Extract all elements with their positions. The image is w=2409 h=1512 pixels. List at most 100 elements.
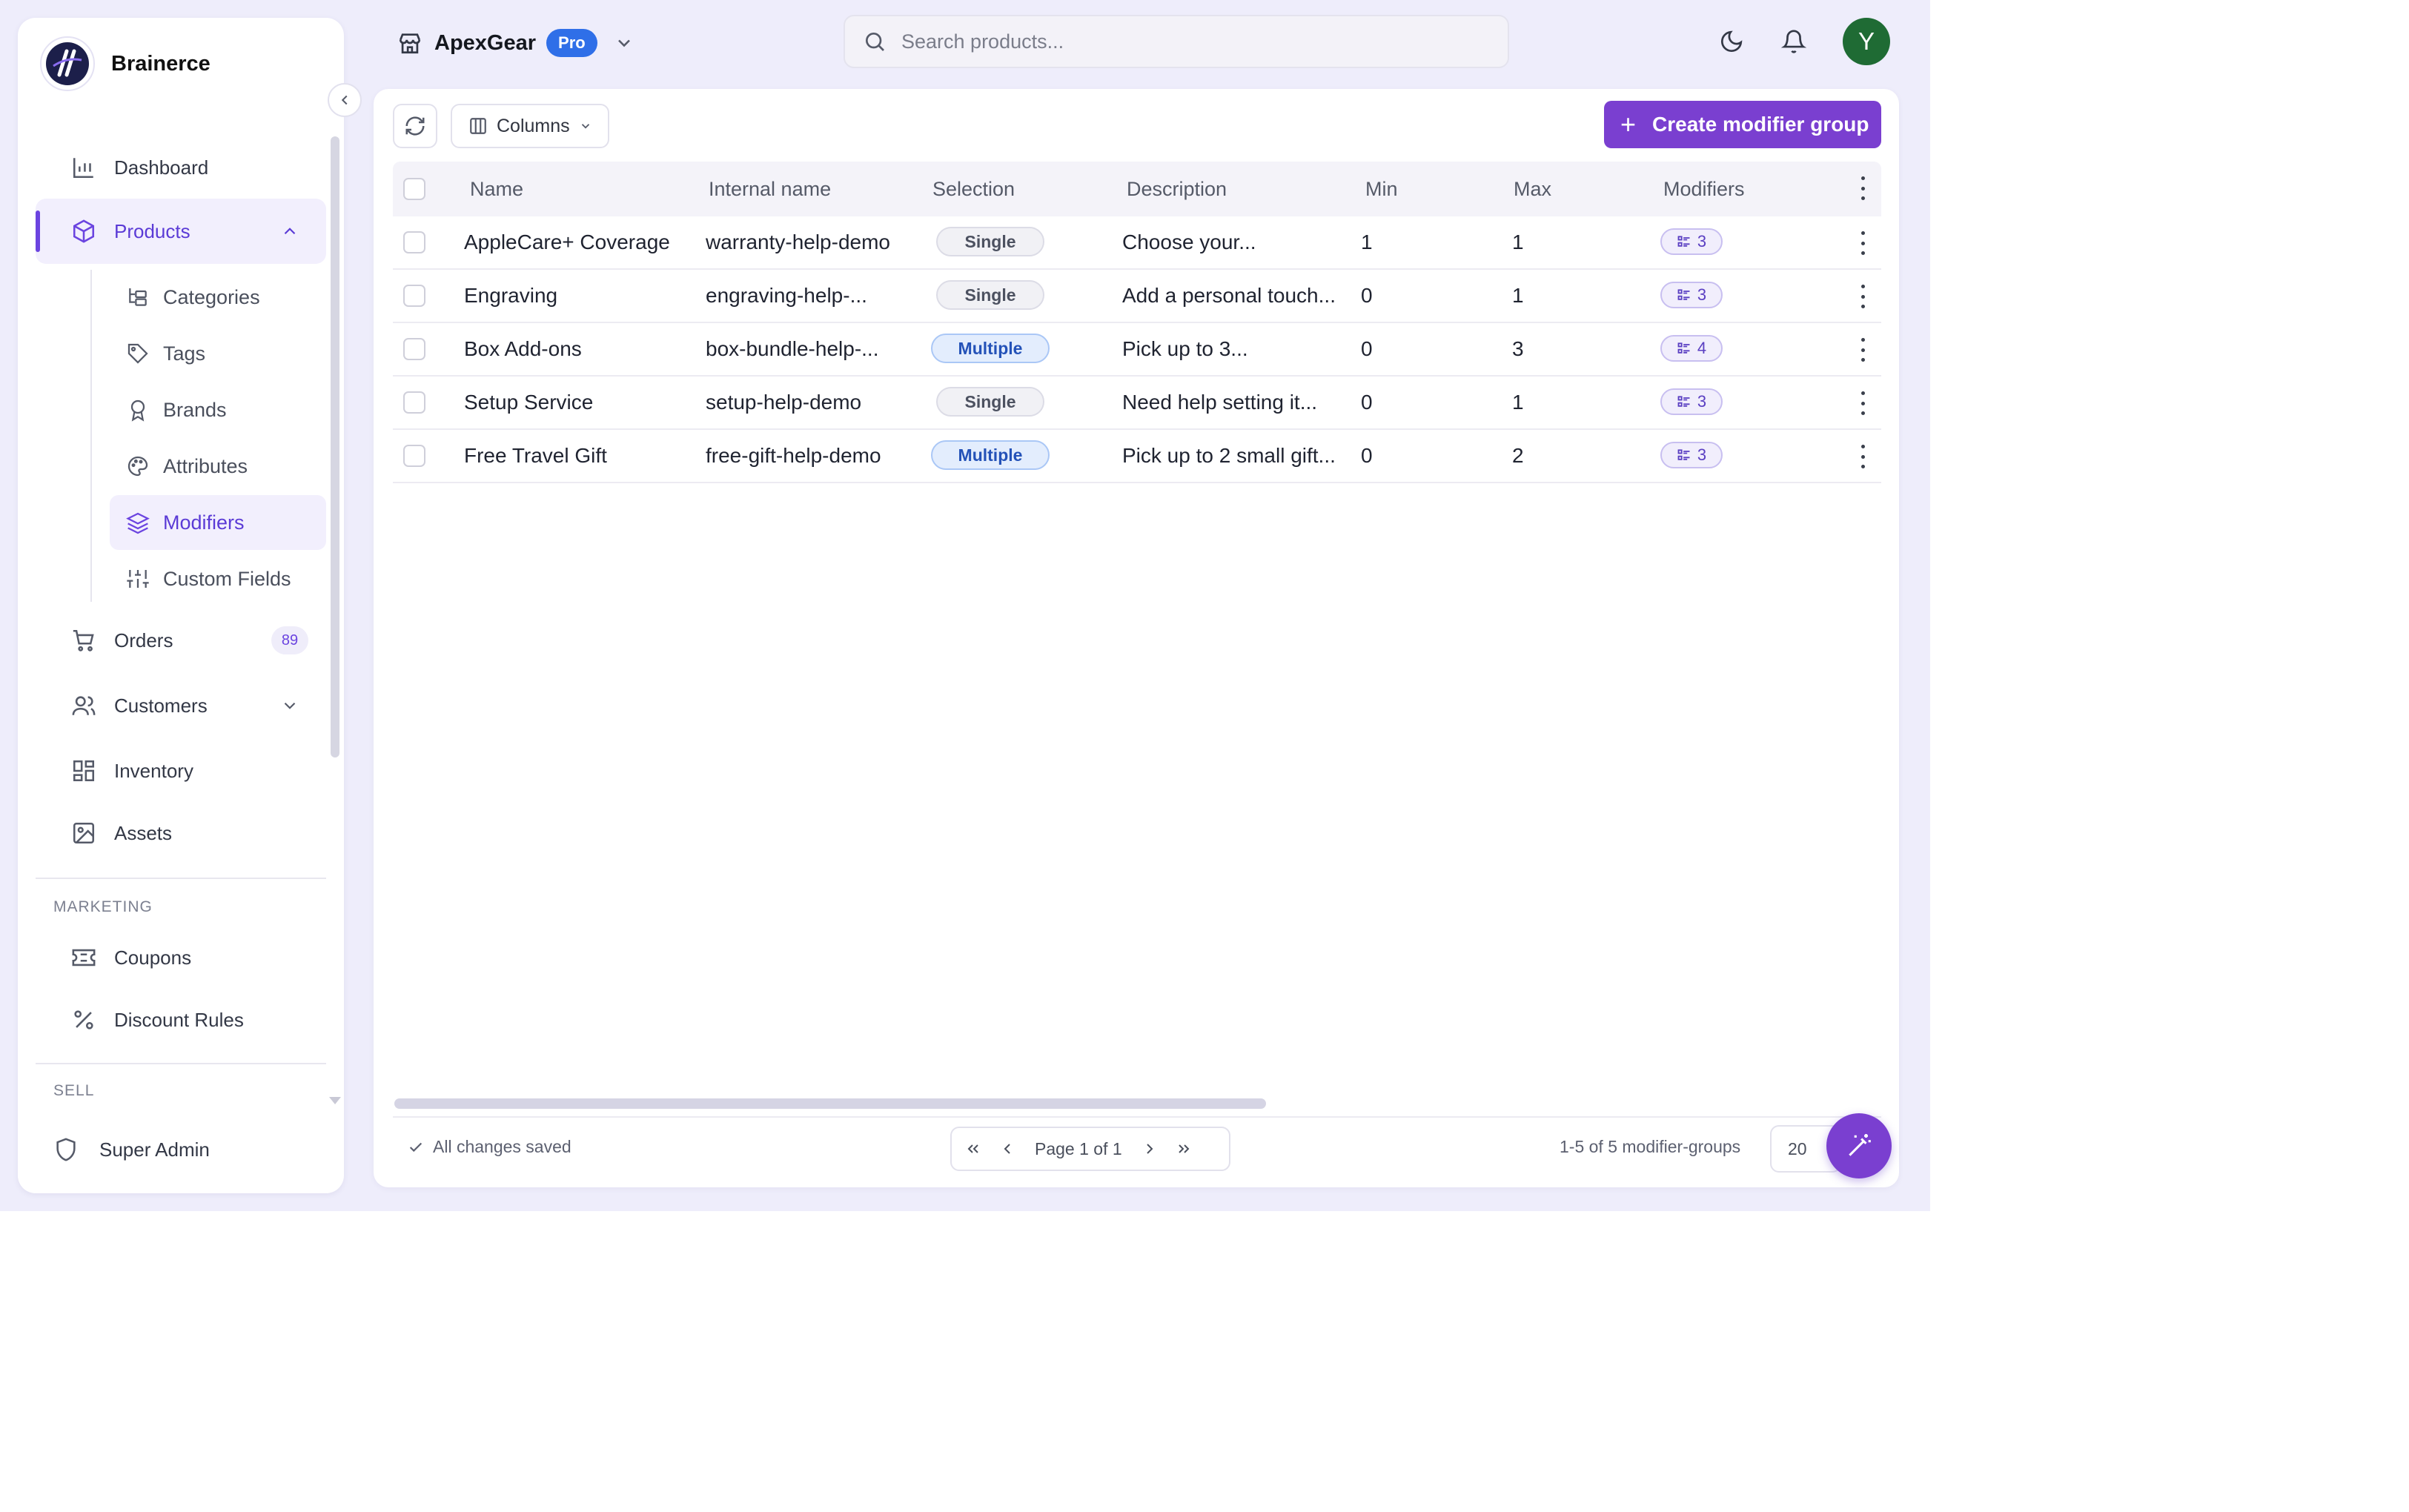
- save-status-label: All changes saved: [433, 1137, 571, 1156]
- selection-badge: Single: [936, 387, 1044, 417]
- sidebar-scrollbar[interactable]: [331, 136, 339, 759]
- table-horizontal-scrollbar[interactable]: [394, 1097, 1875, 1109]
- tag-icon: [127, 343, 148, 364]
- chevron-up-icon[interactable]: [280, 222, 299, 241]
- notifications-button[interactable]: [1777, 25, 1810, 58]
- sidebar-item-label: Tags: [163, 342, 206, 365]
- sidebar-item-orders[interactable]: Orders 89: [36, 608, 326, 673]
- search-bar[interactable]: [844, 15, 1509, 68]
- brand-logo-icon: [40, 36, 95, 91]
- create-modifier-group-button[interactable]: + Create modifier group: [1604, 101, 1881, 148]
- table-row[interactable]: Box Add-ons box-bundle-help-... Multiple Pi…: [393, 323, 1881, 377]
- sidebar-item-attributes[interactable]: Attributes: [110, 439, 326, 494]
- sidebar-item-tags[interactable]: Tags: [110, 326, 326, 381]
- row-actions-icon[interactable]: [1852, 391, 1874, 415]
- store-name: ApexGear: [434, 30, 537, 55]
- theme-toggle-button[interactable]: [1715, 25, 1748, 58]
- column-header-modifiers[interactable]: Modifiers: [1663, 162, 1745, 216]
- next-page-button[interactable]: [1133, 1132, 1167, 1166]
- column-header-description[interactable]: Description: [1127, 162, 1227, 216]
- modifiers-count-badge[interactable]: 3: [1660, 282, 1723, 308]
- table-row[interactable]: AppleCare+ Coverage warranty-help-demo Sin…: [393, 216, 1881, 270]
- save-status: All changes saved: [408, 1137, 571, 1157]
- image-icon: [73, 822, 95, 844]
- magic-assistant-button[interactable]: [1826, 1113, 1892, 1178]
- sidebar-item-modifiers[interactable]: Modifiers: [110, 495, 326, 550]
- modifiers-count-badge[interactable]: 3: [1660, 388, 1723, 415]
- column-header-internal-name[interactable]: Internal name: [709, 162, 831, 216]
- row-checkbox[interactable]: [403, 231, 425, 253]
- sidebar-item-label: Attributes: [163, 454, 248, 477]
- users-icon: [72, 696, 96, 715]
- select-all-checkbox[interactable]: [403, 178, 425, 200]
- sidebar-item-super-admin[interactable]: Super Admin: [53, 1137, 210, 1162]
- prev-page-button[interactable]: [990, 1132, 1024, 1166]
- sidebar-item-customers[interactable]: Customers: [36, 673, 326, 738]
- brand[interactable]: Brainerce: [40, 31, 211, 96]
- row-checkbox[interactable]: [403, 391, 425, 414]
- sidebar-item-custom-fields[interactable]: Custom Fields: [110, 551, 326, 606]
- sidebar-item-discount-rules[interactable]: Discount Rules: [36, 987, 326, 1052]
- sidebar-item-inventory[interactable]: Inventory: [36, 738, 326, 803]
- modifiers-count-badge[interactable]: 4: [1660, 335, 1723, 362]
- sidebar-item-coupons[interactable]: Coupons: [36, 925, 326, 990]
- sidebar-item-assets[interactable]: Assets: [36, 800, 326, 866]
- percent-icon: [74, 1010, 93, 1029]
- sidebar-divider: [36, 1063, 326, 1064]
- sidebar-item-products[interactable]: Products: [36, 199, 326, 264]
- row-actions-icon[interactable]: [1852, 338, 1874, 362]
- column-header-selection[interactable]: Selection: [932, 162, 1015, 216]
- row-actions-icon[interactable]: [1852, 285, 1874, 308]
- sidebar-scroll-down-icon[interactable]: [329, 1097, 341, 1104]
- column-header-name[interactable]: Name: [470, 162, 523, 216]
- refresh-icon: [405, 116, 425, 136]
- sidebar-collapse-button[interactable]: [328, 83, 362, 117]
- sidebar-item-dashboard[interactable]: Dashboard: [36, 135, 326, 200]
- modifiers-count: 3: [1697, 232, 1707, 251]
- chevrons-left-icon: [967, 1144, 978, 1153]
- refresh-button[interactable]: [393, 104, 437, 148]
- column-header-max[interactable]: Max: [1514, 162, 1551, 216]
- modifier-groups-panel: Columns + Create modifier group Name Int…: [374, 89, 1899, 1187]
- orders-count-badge: 89: [271, 626, 308, 654]
- cell-min: 0: [1361, 444, 1373, 467]
- first-page-button[interactable]: [956, 1132, 990, 1166]
- ticket-icon: [72, 949, 96, 966]
- chevron-down-icon[interactable]: [280, 696, 299, 715]
- cell-internal-name: free-gift-help-demo: [706, 444, 881, 467]
- sidebar-item-categories[interactable]: Categories: [110, 270, 326, 325]
- award-icon: [130, 399, 145, 422]
- list-icon: [1677, 342, 1690, 354]
- sidebar-item-brands[interactable]: Brands: [110, 382, 326, 437]
- table-row[interactable]: Engraving engraving-help-... Single Add a p…: [393, 270, 1881, 323]
- row-checkbox[interactable]: [403, 285, 425, 307]
- modifiers-count: 3: [1697, 445, 1707, 464]
- modifiers-count-badge[interactable]: 3: [1660, 442, 1723, 468]
- cell-max: 1: [1512, 284, 1524, 307]
- bar-chart-icon: [73, 158, 93, 179]
- cell-min: 0: [1361, 391, 1373, 414]
- column-header-min[interactable]: Min: [1365, 162, 1398, 216]
- row-checkbox[interactable]: [403, 338, 425, 360]
- sidebar-item-label: Custom Fields: [163, 567, 291, 590]
- last-page-button[interactable]: [1167, 1132, 1201, 1166]
- row-actions-icon[interactable]: [1852, 231, 1874, 255]
- store-switcher[interactable]: ApexGear Pro: [397, 22, 634, 64]
- table-row[interactable]: Setup Service setup-help-demo Single Need h…: [393, 377, 1881, 430]
- chevron-down-icon[interactable]: [614, 33, 634, 53]
- columns-button[interactable]: Columns: [451, 104, 609, 148]
- row-actions-icon[interactable]: [1852, 445, 1874, 468]
- sidebar-item-label: Customers: [114, 694, 208, 717]
- search-input[interactable]: [901, 30, 1465, 53]
- avatar[interactable]: Y: [1843, 18, 1890, 65]
- sidebar-scrollbar-thumb[interactable]: [331, 136, 339, 757]
- columns-label: Columns: [497, 115, 570, 136]
- search-icon: [866, 33, 884, 51]
- row-checkbox[interactable]: [403, 445, 425, 467]
- cell-min: 0: [1361, 284, 1373, 307]
- header-more-icon[interactable]: [1852, 176, 1874, 200]
- horizontal-scrollbar-thumb[interactable]: [394, 1098, 1266, 1109]
- modifiers-count-badge[interactable]: 3: [1660, 228, 1723, 255]
- cell-internal-name: engraving-help-...: [706, 284, 867, 307]
- table-row[interactable]: Free Travel Gift free-gift-help-demo Multi…: [393, 430, 1881, 483]
